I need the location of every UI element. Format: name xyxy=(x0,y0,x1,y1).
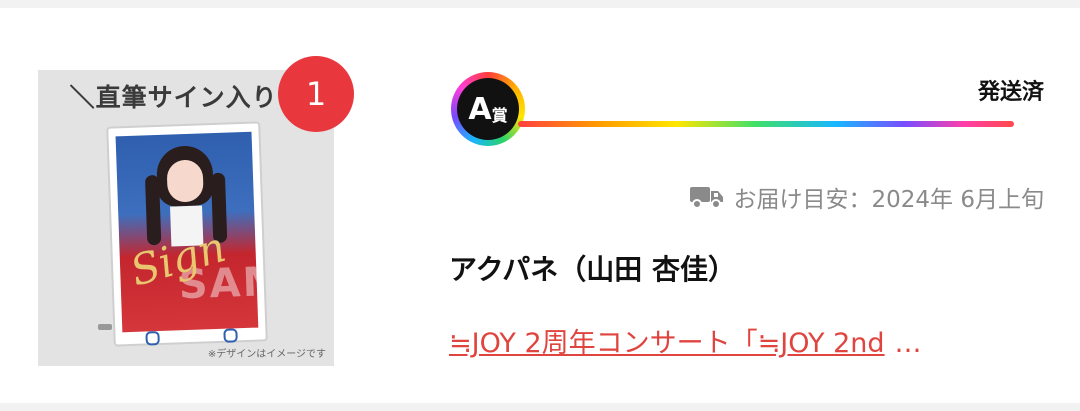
delivery-date: 2024年 6月上旬 xyxy=(871,187,1044,213)
shipping-status: 発送済 xyxy=(977,80,1044,105)
image-disclaimer: ※デザインはイメージです xyxy=(207,349,326,360)
order-item-card[interactable]: ＼直筆サイン入り!! SAMPLE Sign ※デザインはイメージです 1 A … xyxy=(0,8,1080,403)
truncation-ellipsis: … xyxy=(894,328,922,359)
product-name: アクパネ（山田 杏佳） xyxy=(449,253,736,286)
photo-face xyxy=(166,159,204,203)
panel-hole-left xyxy=(145,331,160,346)
delivery-label: お届け目安： xyxy=(733,187,872,213)
event-link[interactable]: ≒JOY 2周年コンサート「≒JOY 2nd … xyxy=(449,321,1039,360)
prize-rank-inner: A 賞 xyxy=(457,78,519,140)
event-title[interactable]: ≒JOY 2周年コンサート「≒JOY 2nd xyxy=(449,328,885,359)
prize-rainbow-divider xyxy=(518,121,1014,127)
panel-photo: SAMPLE Sign xyxy=(115,131,259,333)
prize-rank-letter: A xyxy=(468,91,492,127)
panel-stand-mark xyxy=(98,324,112,330)
panel-hole-right xyxy=(223,328,238,343)
delivery-estimate: お届け目安： 2024年 6月上旬 xyxy=(689,180,1044,214)
truck-icon xyxy=(689,187,723,209)
acrylic-panel-image: SAMPLE Sign xyxy=(106,121,268,347)
prize-rank-icon: A 賞 xyxy=(451,72,525,146)
prize-rank-suffix: 賞 xyxy=(491,106,508,125)
quantity-badge: 1 xyxy=(278,56,354,132)
